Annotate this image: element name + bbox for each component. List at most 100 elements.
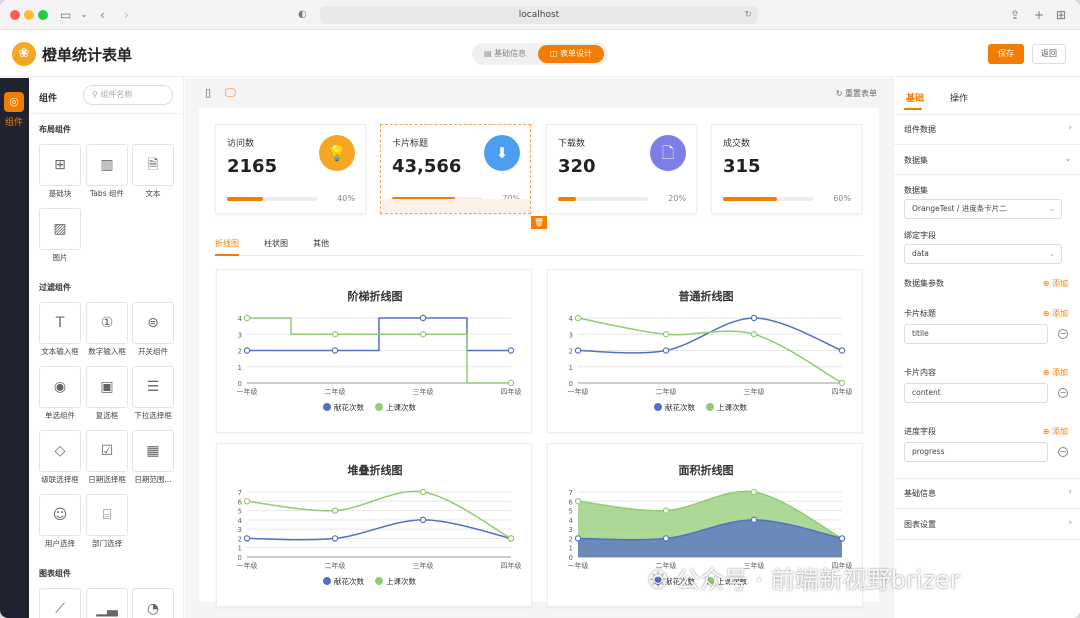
data-point [507,379,515,387]
delete-card-button[interactable]: 🗑 [531,216,547,229]
reset-form-button[interactable]: ↻ 重置表单 [836,88,877,99]
component-data-row[interactable]: 组件数据 [904,124,936,135]
app-title: 橙单统计表单 [42,46,133,64]
left-rail: ◎ 组件 [0,78,29,618]
bar-chart-icon[interactable]: ▁▃ [86,588,128,618]
save-button[interactable]: 保存 [988,44,1024,64]
chart-settings-row[interactable]: 图表设置 [904,519,936,530]
desktop-view-icon[interactable]: 🖵 [225,86,236,100]
card-title-input[interactable]: titlle [904,324,1048,344]
basic-info-row[interactable]: 基础信息 [904,488,936,499]
data-point [243,314,251,322]
share-icon[interactable]: ⇪ [1010,7,1020,23]
add-card-title-button[interactable]: ⊕ 添加 [1043,308,1068,319]
legend-label: 献花次数 [334,576,364,586]
progress-fill [558,197,576,201]
legend-label: 献花次数 [334,402,364,412]
mobile-view-icon[interactable]: ▯ [205,86,211,99]
add-progress-button[interactable]: ⊕ 添加 [1043,426,1068,437]
chevron-right-icon[interactable]: › [1068,487,1072,497]
reload-icon[interactable]: ↻ [744,6,752,24]
address-bar[interactable]: localhost ↻ [320,6,758,24]
add-param-button[interactable]: ⊕ 添加 [1043,278,1068,289]
back-arrow-icon[interactable]: ‹ [100,7,105,23]
text-input-icon[interactable]: T [39,302,81,344]
close-window-button[interactable] [10,10,20,20]
forward-arrow-icon[interactable]: › [124,7,129,23]
x-tick-label: 二年级 [656,387,677,396]
cascader-icon[interactable]: ◇ [39,430,81,472]
tabs-icon[interactable]: ▥ [86,144,128,186]
new-tab-icon[interactable]: + [1034,7,1044,23]
department-select-icon[interactable]: ⌸ [86,494,128,536]
tab-other-chart[interactable]: 其他 [313,238,329,249]
stat-card[interactable]: 下载数 320 🗋 20% [546,124,697,214]
minus-circle-icon[interactable]: − [1058,447,1068,457]
pie-chart-icon[interactable]: ◔ [132,588,174,618]
stat-card[interactable]: 访问数 2165 💡 40% [215,124,366,214]
dropdown-icon[interactable]: ☰ [132,366,174,408]
basic-line-chart[interactable]: 普通折线图 0 1 2 3 4 一年级 二年级 三年级 四年级 献花次数 上课次数 [547,269,863,433]
chart-title: 阶梯折线图 [348,289,403,303]
x-tick-label: 二年级 [325,561,346,570]
progress-fill [723,197,777,201]
tab-bar-chart[interactable]: 柱状图 [264,238,288,249]
text-icon[interactable]: 🗎 [132,144,174,186]
add-card-content-button[interactable]: ⊕ 添加 [1043,367,1068,378]
component-search-input[interactable]: ⚲ 组件名称 [83,85,173,105]
rail-item-components[interactable]: ◎ 组件 [3,92,25,132]
y-tick-label: 0 [569,554,573,562]
component-icon: ◎ [4,92,24,112]
stat-card[interactable]: 卡片标题43,566⬇70% [380,124,531,214]
tab-basic-info[interactable]: ▤ 基础信息 [484,48,526,59]
data-point [331,331,339,338]
tab-overview-icon[interactable]: ⊞ [1056,7,1066,23]
bind-field-select[interactable]: data ⌄ [904,244,1062,264]
progress-track [227,197,317,201]
chevron-right-icon[interactable]: › [1068,518,1072,528]
tab-line-chart[interactable]: 折线图 [215,238,239,256]
line-chart-icon[interactable]: ⟋ [39,588,81,618]
data-point [750,488,758,496]
card-content-input[interactable]: content [904,383,1048,403]
divider [894,114,1080,115]
back-button[interactable]: 返回 [1032,44,1066,64]
tab-actions[interactable]: 操作 [950,91,968,104]
component-label: Tabs 组件 [90,189,124,198]
number-input-icon[interactable]: ① [86,302,128,344]
component-label: 开关组件 [138,347,168,356]
date-picker-icon[interactable]: ☑ [86,430,128,472]
component-label: 用户选择 [45,539,75,548]
legend-marker [706,403,714,411]
radio-icon[interactable]: ◉ [39,366,81,408]
tab-basic[interactable]: 基础 [906,91,924,104]
divider [894,478,1080,479]
dataset-section-row[interactable]: 数据集 [904,155,928,166]
divider [894,144,1080,145]
stacked-line-chart[interactable]: 堆叠折线图 0 1 2 3 4 5 6 7 一年级 二年级 三年级 四年级 献花次数 上课次数 [216,443,532,607]
minus-circle-icon[interactable]: − [1058,329,1068,339]
date-range-icon[interactable]: ▦ [132,430,174,472]
data-point [331,507,339,514]
data-point [507,347,515,354]
progress-field-input[interactable]: progress [904,442,1048,462]
step-line-chart[interactable]: 阶梯折线图 0 1 2 3 4 一年级 二年级 三年级 四年级 献花次数 上课次数 [216,269,532,433]
maximize-window-button[interactable] [38,10,48,20]
tab-form-design[interactable]: ◫ 表单设计 [538,45,604,63]
image-icon[interactable]: ▨ [39,208,81,250]
y-tick-label: 3 [238,331,242,339]
chevron-down-icon[interactable]: ⌄ [80,7,88,23]
checkbox-icon[interactable]: ▣ [86,366,128,408]
sidebar-toggle-icon[interactable]: ▭ [60,7,71,23]
minimize-window-button[interactable] [24,10,34,20]
x-tick-label: 一年级 [237,387,258,396]
chevron-right-icon[interactable]: › [1068,123,1072,133]
stat-card[interactable]: 成交数 315 60% [711,124,862,214]
chart-svg: 阶梯折线图 0 1 2 3 4 一年级 二年级 三年级 四年级献花次数 上课次数 [237,289,522,412]
chevron-down-icon[interactable]: ⌄ [1064,154,1072,164]
switch-icon[interactable]: ⊜ [132,302,174,344]
dataset-select[interactable]: OrangeTest / 进度条卡片二 ⌄ [904,199,1062,219]
block-icon[interactable]: ⊞ [39,144,81,186]
user-select-icon[interactable]: ☺ [39,494,81,536]
minus-circle-icon[interactable]: − [1058,388,1068,398]
